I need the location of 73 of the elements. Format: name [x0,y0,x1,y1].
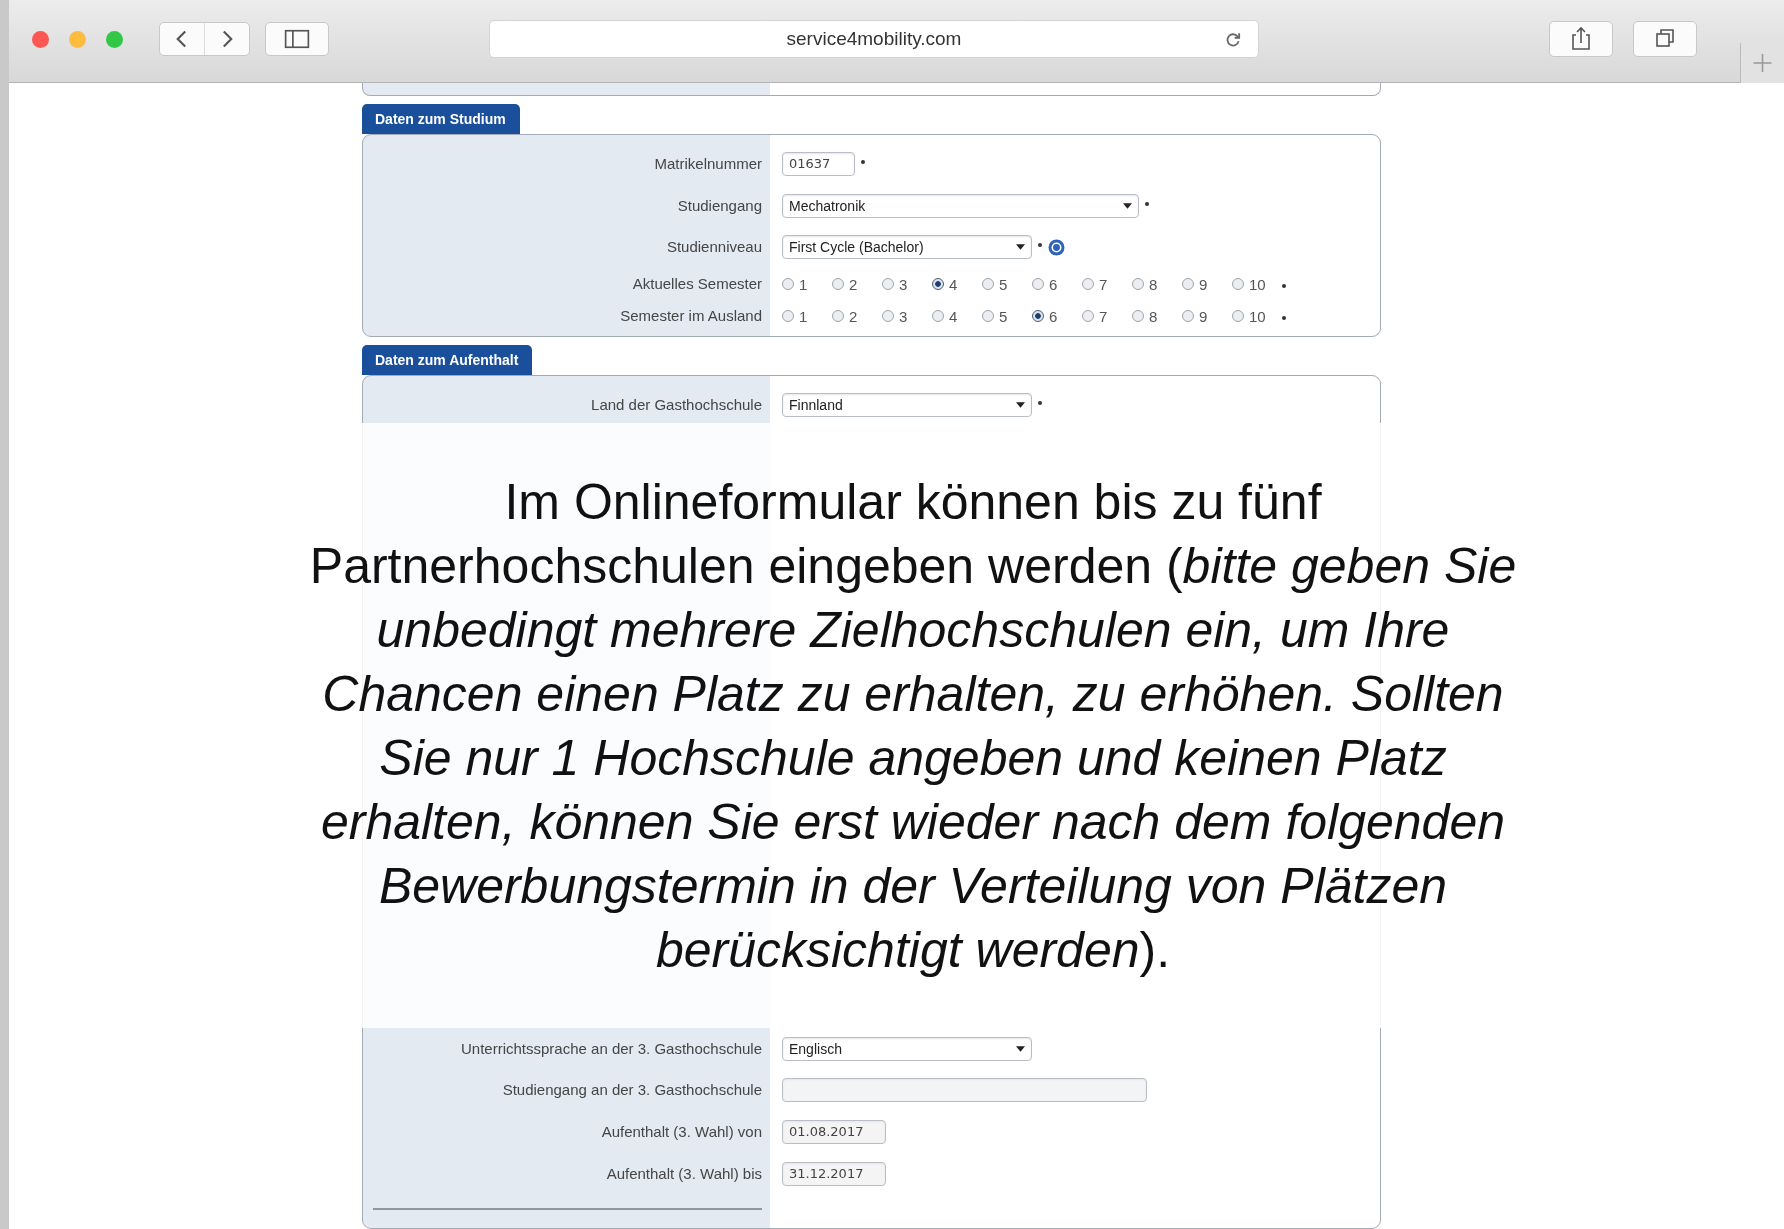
share-icon[interactable] [1549,21,1613,57]
radio-button[interactable] [1132,310,1144,323]
radio-option[interactable]: 9 [1182,307,1226,325]
radio-option[interactable]: 10 [1232,307,1276,325]
field-label: Studiengang an der 3. Gasthochschule [502,1081,762,1099]
radio-button[interactable] [782,310,794,323]
radio-option[interactable]: 5 [982,275,1026,293]
dropdown-field[interactable]: Finnland [782,392,1032,417]
field-label: Unterrichtssprache an der 3. Gasthochschule [461,1039,762,1057]
radio-button[interactable] [782,278,794,291]
radio-option[interactable]: 5 [982,307,1026,325]
new-tab-icon[interactable] [1740,43,1784,83]
minimize-icon[interactable] [69,30,86,48]
radio-button[interactable] [982,310,994,323]
radio-button[interactable] [882,278,894,291]
date-field[interactable]: 31.12.2017 [782,1161,886,1186]
radio-option[interactable]: 1 [782,307,826,325]
field-label: Matrikelnummer [654,154,762,172]
radio-option[interactable]: 3 [882,307,926,325]
radio-option[interactable]: 6 [1032,307,1076,325]
radio-button[interactable] [832,310,844,323]
radio-option[interactable]: 2 [832,275,876,293]
radio-button[interactable] [1182,310,1194,323]
dropdown-field[interactable]: First Cycle (Bachelor) [782,235,1032,260]
radio-option[interactable]: 7 [1082,307,1126,325]
maximize-icon[interactable] [106,30,123,48]
help-icon[interactable] [1048,238,1065,256]
radio-option[interactable]: 1 [782,275,826,293]
field-label: Aufenthalt (3. Wahl) von [601,1122,762,1140]
text-field[interactable] [782,1078,1147,1103]
radio-button[interactable] [932,278,944,291]
radio-button[interactable] [1032,310,1044,323]
radio-button[interactable] [1132,278,1144,291]
field-label: Studiengang [677,196,762,214]
dropdown-field[interactable]: Mechatronik [782,193,1139,218]
field-label: Aufenthalt (3. Wahl) bis [606,1164,762,1182]
radio-option[interactable]: 10 [1232,275,1276,293]
radio-button[interactable] [832,278,844,291]
radio-option[interactable]: 9 [1182,275,1226,293]
date-field[interactable]: 01.08.2017 [782,1119,886,1144]
tabs-icon[interactable] [1633,21,1697,57]
radio-option[interactable]: 6 [1032,275,1076,293]
info-text: Im Onlineformular können bis zu fünf Partnerhochschulen eingeben werden (bitte geben Sie unbedingt mehrere Zielhochschulen ein, um Ihre Chancen einen Platz zu erhalten, zu erhöhen. Sollten Sie nur 1 Hochschule angeben und keinen Platz erhalten, können Sie erst wieder nach dem folgenden Bewerbungstermin in der Verteilung von Plätzen berücksichtigt werden). [308,472,1518,980]
caret-icon [1016,244,1025,251]
dropdown-field[interactable]: Englisch [782,1036,1032,1061]
radio-option[interactable]: 3 [882,275,926,293]
radio-button[interactable] [932,310,944,323]
radio-option[interactable]: 8 [1132,307,1176,325]
radio-button[interactable] [1082,278,1094,291]
radio-option[interactable]: 8 [1132,275,1176,293]
text-field[interactable]: 01637 [782,151,855,176]
field-label: Land der Gasthochschule [591,395,762,413]
field-label: Studienniveau [666,238,762,256]
radio-button[interactable] [1232,310,1244,323]
radio-button[interactable] [1232,278,1244,291]
address-bar[interactable]: service4mobility.com [489,20,1259,58]
field-label: Aktuelles Semester [632,275,762,293]
radio-button[interactable] [882,310,894,323]
radio-option[interactable]: 4 [932,307,976,325]
radio-button[interactable] [1182,278,1194,291]
radio-button[interactable] [982,278,994,291]
reload-icon[interactable] [1224,31,1242,49]
sidebar-icon[interactable] [265,22,329,56]
radio-option[interactable]: 7 [1082,275,1126,293]
caret-icon [1016,401,1025,408]
field-label: Semester im Ausland [620,307,762,325]
radio-option[interactable]: 2 [832,307,876,325]
close-icon[interactable] [32,30,49,48]
caret-icon [1123,202,1132,209]
radio-button[interactable] [1032,278,1044,291]
radio-button[interactable] [1082,310,1094,323]
radio-option[interactable]: 4 [932,275,976,293]
caret-icon [1016,1045,1025,1052]
